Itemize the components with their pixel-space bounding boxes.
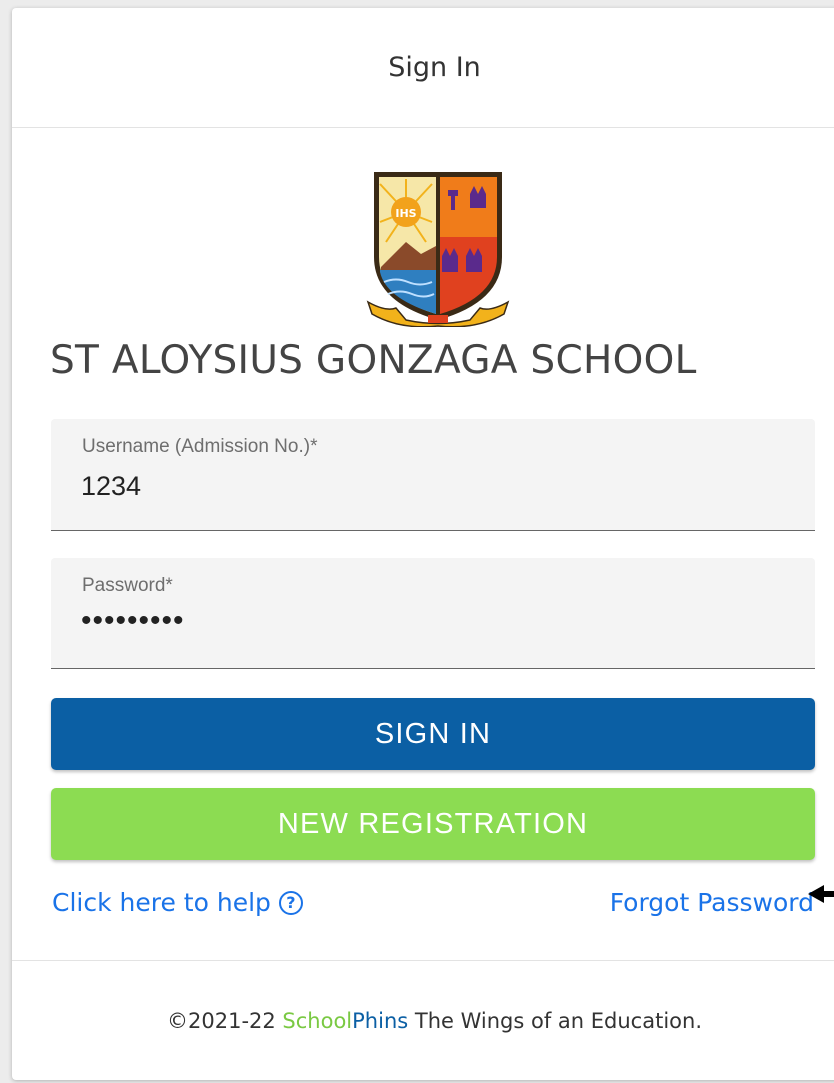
card-footer: ©2021-22 SchoolPhins The Wings of an Edu… — [12, 960, 834, 1080]
sign-in-button[interactable]: SIGN IN — [51, 698, 815, 770]
brand-name-phins: Phins — [352, 1008, 409, 1033]
pointer-arrow-shaft — [822, 891, 834, 897]
help-circle-icon: ? — [278, 890, 303, 915]
help-link[interactable]: Click here to help ? — [52, 888, 303, 917]
page-title: Sign In — [388, 52, 481, 83]
password-input[interactable] — [81, 604, 781, 638]
username-field[interactable]: Username (Admission No.)* — [51, 419, 815, 531]
footer-tagline: The Wings of an Education. — [408, 1008, 702, 1033]
card-header: Sign In — [12, 8, 834, 128]
copyright-text: ©2021-22 — [167, 1008, 283, 1033]
username-input[interactable] — [81, 469, 781, 503]
sign-in-card: Sign In IHS ST ALOYSIUS GONZAGA SCHOOL U… — [12, 8, 834, 1080]
school-name: ST ALOYSIUS GONZAGA SCHOOL — [50, 338, 697, 383]
footer-text: ©2021-22 SchoolPhins The Wings of an Edu… — [167, 1009, 702, 1033]
password-field[interactable]: Password* — [51, 558, 815, 669]
forgot-password-link[interactable]: Forgot Password — [610, 888, 814, 917]
password-label: Password* — [82, 575, 173, 596]
school-crest-logo: IHS — [366, 172, 510, 327]
crest-monogram: IHS — [395, 207, 416, 220]
brand-name-school: School — [282, 1008, 353, 1033]
help-link-label: Click here to help — [52, 888, 271, 917]
new-registration-button[interactable]: NEW REGISTRATION — [51, 788, 815, 860]
username-label: Username (Admission No.)* — [82, 436, 318, 457]
